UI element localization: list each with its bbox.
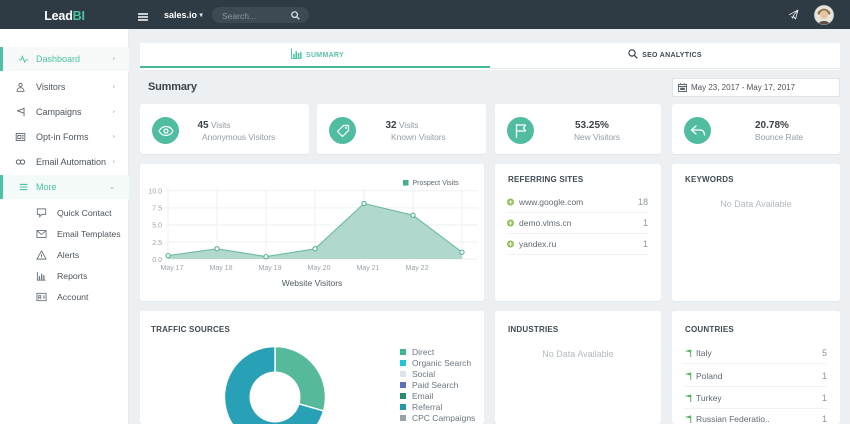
svg-text:2.5: 2.5 [152,240,162,247]
svg-text:May 19: May 19 [259,265,282,272]
svg-text:May 17: May 17 [161,265,184,272]
svg-text:0.0: 0.0 [152,257,162,264]
svg-text:5.0: 5.0 [152,223,162,230]
svg-text:May 20: May 20 [308,265,331,272]
svg-text:7.5: 7.5 [152,206,162,213]
svg-text:May 21: May 21 [357,265,380,272]
svg-text:May 18: May 18 [210,265,233,272]
svg-text:Website Visitors: Website Visitors [282,278,343,288]
svg-text:10.0: 10.0 [148,189,162,196]
svg-text:Prospect Visits: Prospect Visits [413,180,460,187]
svg-text:May 22: May 22 [406,265,429,272]
